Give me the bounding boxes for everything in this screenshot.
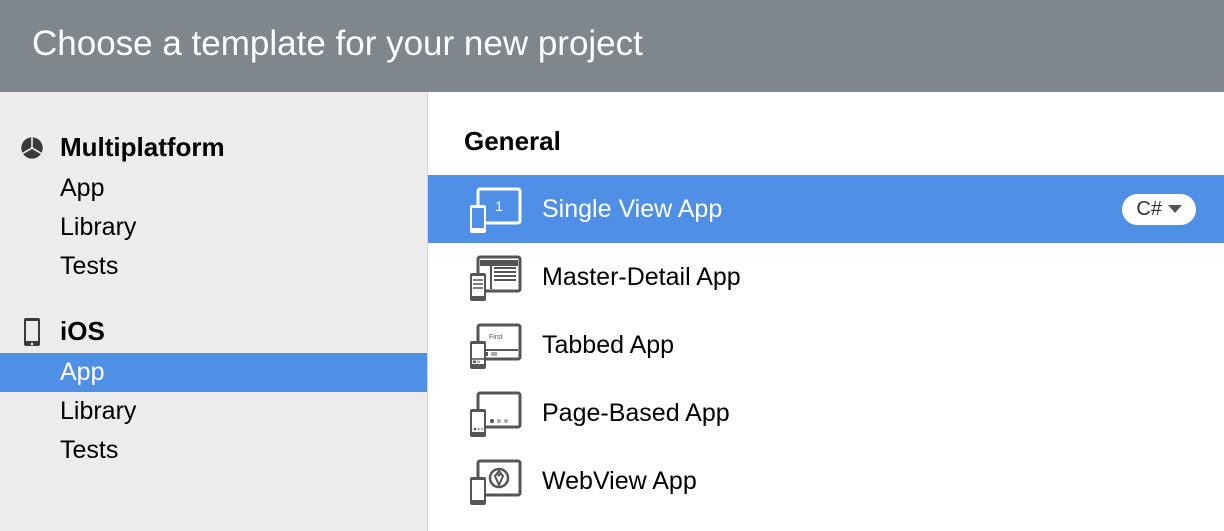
sidebar-category-multiplatform[interactable]: Multiplatform bbox=[0, 126, 427, 169]
language-selector[interactable]: C# bbox=[1122, 194, 1196, 225]
template-tabbed-app[interactable]: First Tabbed App bbox=[428, 311, 1224, 379]
chevron-down-icon bbox=[1168, 205, 1182, 213]
sidebar-category-ios[interactable]: iOS bbox=[0, 310, 427, 353]
template-master-detail-app[interactable]: Master-Detail App bbox=[428, 243, 1224, 311]
multiplatform-icon bbox=[18, 135, 46, 161]
webview-app-icon bbox=[464, 455, 524, 507]
template-label: Page-Based App bbox=[542, 399, 1196, 428]
template-page-based-app[interactable]: Page-Based App bbox=[428, 379, 1224, 447]
dialog-header: Choose a template for your new project bbox=[0, 0, 1224, 92]
section-title: General bbox=[428, 126, 1224, 175]
tabbed-app-icon: First bbox=[464, 319, 524, 371]
template-label: Master-Detail App bbox=[542, 263, 1196, 292]
language-label: C# bbox=[1136, 198, 1162, 221]
page-based-app-icon bbox=[464, 387, 524, 439]
sidebar-item-ios-library[interactable]: Library bbox=[0, 392, 427, 431]
template-label: WebView App bbox=[542, 467, 1196, 496]
svg-text:First: First bbox=[489, 334, 503, 341]
sidebar: Multiplatform App Library Tests iOS App … bbox=[0, 92, 428, 531]
sidebar-item-multiplatform-library[interactable]: Library bbox=[0, 208, 427, 247]
sidebar-item-multiplatform-app[interactable]: App bbox=[0, 169, 427, 208]
template-single-view-app[interactable]: 1 Single View App C# bbox=[428, 175, 1224, 243]
svg-text:1: 1 bbox=[495, 198, 503, 214]
template-webview-app[interactable]: WebView App bbox=[428, 447, 1224, 515]
sidebar-item-ios-tests[interactable]: Tests bbox=[0, 431, 427, 470]
sidebar-item-ios-app[interactable]: App bbox=[0, 353, 427, 392]
sidebar-item-multiplatform-tests[interactable]: Tests bbox=[0, 247, 427, 286]
template-label: Single View App bbox=[542, 195, 1122, 224]
ios-icon bbox=[18, 317, 46, 347]
single-view-app-icon: 1 bbox=[464, 183, 524, 235]
master-detail-app-icon bbox=[464, 251, 524, 303]
template-list: General 1 Single View App C# bbox=[428, 92, 1224, 531]
template-label: Tabbed App bbox=[542, 331, 1196, 360]
dialog-title: Choose a template for your new project bbox=[32, 24, 643, 63]
sidebar-category-label: Multiplatform bbox=[60, 132, 225, 163]
sidebar-category-label: iOS bbox=[60, 316, 105, 347]
